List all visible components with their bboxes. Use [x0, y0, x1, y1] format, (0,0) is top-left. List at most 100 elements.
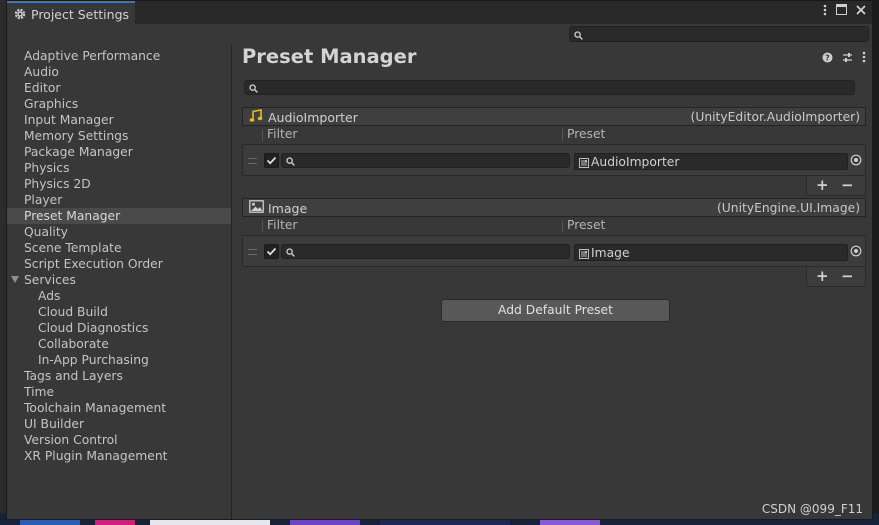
- object-picker-icon[interactable]: [850, 154, 862, 169]
- checkmark-icon: [266, 156, 277, 165]
- filter-column-header: Filter: [267, 218, 298, 232]
- sidebar-item-physics-2d[interactable]: Physics 2D: [7, 176, 231, 192]
- filter-input[interactable]: [281, 153, 570, 168]
- preset-object-value: Image: [591, 246, 630, 260]
- sidebar-item-services[interactable]: Services: [7, 272, 231, 288]
- sidebar-item-editor[interactable]: Editor: [7, 80, 231, 96]
- close-icon[interactable]: [856, 4, 866, 20]
- remove-preset-button[interactable]: −: [841, 268, 854, 284]
- add-default-preset-button[interactable]: Add Default Preset: [441, 299, 670, 322]
- sidebar-item-scene-template[interactable]: Scene Template: [7, 240, 231, 256]
- sidebar-item-tags-and-layers[interactable]: Tags and Layers: [7, 368, 231, 384]
- sidebar-item-label: Memory Settings: [24, 129, 129, 143]
- sidebar-item-ui-builder[interactable]: UI Builder: [7, 416, 231, 432]
- sidebar-item-label: Physics 2D: [24, 177, 91, 191]
- sidebar-item-label: Package Manager: [24, 145, 133, 159]
- remove-preset-button[interactable]: −: [841, 177, 854, 193]
- watermark: CSDN @099_F11: [761, 502, 863, 516]
- search-icon: [286, 246, 295, 260]
- sidebar-item-collaborate[interactable]: Collaborate: [7, 336, 231, 352]
- sidebar-item-label: In-App Purchasing: [38, 353, 149, 367]
- sidebar-item-script-execution-order[interactable]: Script Execution Order: [7, 256, 231, 272]
- preset-column-header: Preset: [567, 127, 606, 141]
- sidebar-item-cloud-diagnostics[interactable]: Cloud Diagnostics: [7, 320, 231, 336]
- sidebar-item-graphics[interactable]: Graphics: [7, 96, 231, 112]
- sidebar-item-time[interactable]: Time: [7, 384, 231, 400]
- drag-handle-icon[interactable]: [248, 249, 257, 255]
- fold-arrow-icon[interactable]: [11, 276, 19, 283]
- preset-type-name: AudioImporter: [268, 110, 358, 125]
- preset-section-header[interactable]: Image (UnityEngine.UI.Image): [242, 198, 866, 217]
- preset-row: Image: [242, 235, 866, 267]
- sidebar-item-label: Toolchain Management: [24, 401, 167, 415]
- preset-object-field[interactable]: AudioImporter: [574, 153, 848, 170]
- sidebar-item-label: Scene Template: [24, 241, 122, 255]
- sidebar-item-label: Quality: [24, 225, 68, 239]
- add-remove-footer: + −: [806, 176, 866, 196]
- sidebar-item-label: Cloud Diagnostics: [38, 321, 149, 335]
- enabled-checkbox[interactable]: [264, 153, 279, 168]
- sidebar-item-label: Tags and Layers: [24, 369, 123, 383]
- sidebar-item-label: UI Builder: [24, 417, 85, 431]
- object-picker-icon[interactable]: [850, 245, 862, 260]
- maximize-icon[interactable]: [836, 4, 847, 20]
- settings-search-input[interactable]: [569, 26, 869, 42]
- preset-object-value: AudioImporter: [591, 155, 680, 169]
- help-icon[interactable]: ?: [822, 52, 833, 66]
- sidebar-item-label: Services: [24, 273, 76, 287]
- sidebar-item-ads[interactable]: Ads: [7, 288, 231, 304]
- checkmark-icon: [266, 247, 277, 256]
- preset-object-field[interactable]: Image: [574, 244, 848, 261]
- sidebar-item-preset-manager[interactable]: Preset Manager: [7, 208, 231, 224]
- tab-project-settings[interactable]: Project Settings: [7, 1, 135, 25]
- add-preset-button[interactable]: +: [816, 268, 829, 284]
- add-preset-button[interactable]: +: [816, 177, 829, 193]
- sidebar-item-label: Editor: [24, 81, 61, 95]
- gear-icon: [14, 8, 26, 20]
- sidebar-item-label: Audio: [24, 65, 59, 79]
- preset-search-input[interactable]: [244, 80, 855, 95]
- enabled-checkbox[interactable]: [264, 244, 279, 259]
- sidebar-item-label: Graphics: [24, 97, 79, 111]
- panel-more-icon[interactable]: [862, 51, 866, 66]
- title-bar: Project Settings: [7, 1, 872, 25]
- preset-column-headers: Filter Preset: [242, 217, 866, 235]
- sidebar-item-version-control[interactable]: Version Control: [7, 432, 231, 448]
- preset-row: AudioImporter: [242, 144, 866, 176]
- sidebar-item-label: Input Manager: [24, 113, 114, 127]
- sidebar-item-toolchain-management[interactable]: Toolchain Management: [7, 400, 231, 416]
- drag-handle-icon[interactable]: [248, 158, 257, 164]
- sidebar-item-label: Physics: [24, 161, 70, 175]
- sidebar-item-memory-settings[interactable]: Memory Settings: [7, 128, 231, 144]
- sidebar-item-adaptive-performance[interactable]: Adaptive Performance: [7, 48, 231, 64]
- sidebar-item-physics[interactable]: Physics: [7, 160, 231, 176]
- sidebar-item-label: Adaptive Performance: [24, 49, 161, 63]
- search-icon: [286, 155, 295, 169]
- preset-column-headers: Filter Preset: [242, 126, 866, 144]
- sidebar-item-package-manager[interactable]: Package Manager: [7, 144, 231, 160]
- sidebar-item-player[interactable]: Player: [7, 192, 231, 208]
- search-icon: [574, 29, 583, 43]
- sidebar-item-cloud-build[interactable]: Cloud Build: [7, 304, 231, 320]
- filter-input[interactable]: [281, 244, 570, 259]
- sidebar-item-label: Collaborate: [38, 337, 109, 351]
- sidebar-item-quality[interactable]: Quality: [7, 224, 231, 240]
- preset-asset-icon: [579, 157, 589, 171]
- audio-note-icon: [249, 109, 263, 126]
- presets-sliders-icon[interactable]: [842, 52, 853, 66]
- preset-section-header[interactable]: AudioImporter (UnityEditor.AudioImporter): [242, 107, 866, 126]
- sidebar-item-xr-plugin-management[interactable]: XR Plugin Management: [7, 448, 231, 464]
- sidebar-item-label: Time: [24, 385, 55, 399]
- svg-text:?: ?: [825, 53, 830, 62]
- preset-asset-icon: [579, 248, 589, 262]
- more-icon[interactable]: [823, 4, 827, 21]
- add-remove-footer: + −: [806, 267, 866, 287]
- sidebar-item-in-app-purchasing[interactable]: In-App Purchasing: [7, 352, 231, 368]
- sidebar-item-label: Player: [24, 193, 63, 207]
- preset-type-full-name: (UnityEngine.UI.Image): [716, 201, 860, 215]
- sidebar-item-input-manager[interactable]: Input Manager: [7, 112, 231, 128]
- filter-column-header: Filter: [267, 127, 298, 141]
- image-icon: [249, 200, 264, 216]
- sidebar-item-audio[interactable]: Audio: [7, 64, 231, 80]
- page-title: Preset Manager: [242, 45, 417, 68]
